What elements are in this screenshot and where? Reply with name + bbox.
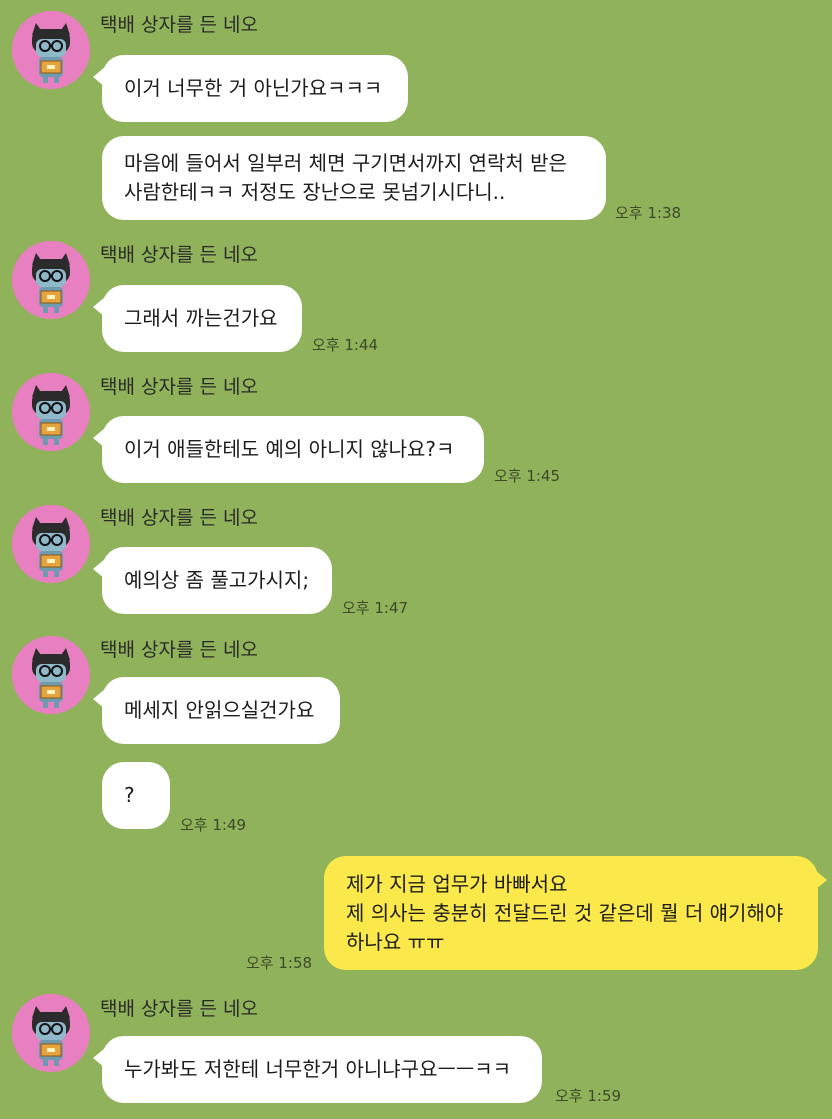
message-text: 제가 지금 업무가 바빠서요 제 의사는 충분히 전달드린 것 같은데 뭘 더 … (346, 871, 784, 954)
sender-name: 택배 상자를 든 네오 (100, 639, 258, 661)
message-bubble[interactable]: 마음에 들어서 일부러 체면 구기면서까지 연락처 받은 사람한테ㅋㅋ 저정도 … (102, 136, 606, 220)
neo-with-box-avatar-icon (12, 636, 90, 714)
message-bubble[interactable]: 메세지 안읽으실건가요 (93, 677, 340, 744)
my-message-bubble[interactable]: 제가 지금 업무가 바빠서요 제 의사는 충분히 전달드린 것 같은데 뭘 더 … (324, 856, 827, 970)
sender-name: 택배 상자를 든 네오 (100, 507, 258, 529)
sender-name: 택배 상자를 든 네오 (100, 244, 258, 266)
message-bubble[interactable]: 누가봐도 저한테 너무한거 아니냐구요ㅡㅡㅋㅋ (93, 1036, 542, 1103)
message-text: 마음에 들어서 일부러 체면 구기면서까지 연락처 받은 사람한테ㅋㅋ 저정도 … (124, 151, 567, 204)
message-bubble[interactable]: 이거 애들한테도 예의 아니지 않나요?ㅋ (93, 416, 484, 483)
message-time: 오후 1:38 (615, 204, 682, 222)
message-text: 예의상 좀 풀고가시지; (124, 568, 310, 592)
neo-with-box-avatar-icon (12, 373, 90, 451)
message-text: 이거 애들한테도 예의 아니지 않나요?ㅋ (124, 437, 455, 461)
message-bubble[interactable]: ? (102, 762, 170, 829)
neo-with-box-avatar-icon (12, 241, 90, 319)
neo-with-box-avatar-icon (12, 994, 90, 1072)
sender-name: 택배 상자를 든 네오 (100, 998, 258, 1020)
neo-with-box-avatar-icon (12, 505, 90, 583)
message-bubble[interactable]: 예의상 좀 풀고가시지; (93, 547, 332, 614)
message-text: 그래서 까는건가요 (124, 306, 278, 330)
message-text: 메세지 안읽으실건가요 (124, 698, 315, 722)
message-text: ? (124, 783, 135, 807)
message-text: 이거 너무한 거 아닌가요ㅋㅋㅋ (124, 76, 383, 100)
sender-avatar[interactable] (12, 241, 90, 319)
sender-avatar[interactable] (12, 636, 90, 714)
message-time: 오후 1:44 (312, 336, 379, 354)
message-time: 오후 1:49 (180, 816, 247, 834)
message-time: 오후 1:59 (555, 1087, 622, 1105)
sender-name: 택배 상자를 든 네오 (100, 376, 258, 398)
message-text: 누가봐도 저한테 너무한거 아니냐구요ㅡㅡㅋㅋ (124, 1057, 512, 1081)
sender-avatar[interactable] (12, 373, 90, 451)
sender-avatar[interactable] (12, 505, 90, 583)
message-bubble[interactable]: 그래서 까는건가요 (93, 285, 302, 352)
neo-with-box-avatar-icon (12, 11, 90, 89)
message-time: 오후 1:45 (494, 467, 561, 485)
sender-name: 택배 상자를 든 네오 (100, 14, 258, 36)
message-bubble[interactable]: 이거 너무한 거 아닌가요ㅋㅋㅋ (93, 55, 408, 122)
sender-avatar[interactable] (12, 11, 90, 89)
message-time: 오후 1:58 (246, 954, 313, 972)
message-time: 오후 1:47 (342, 599, 409, 617)
sender-avatar[interactable] (12, 994, 90, 1072)
